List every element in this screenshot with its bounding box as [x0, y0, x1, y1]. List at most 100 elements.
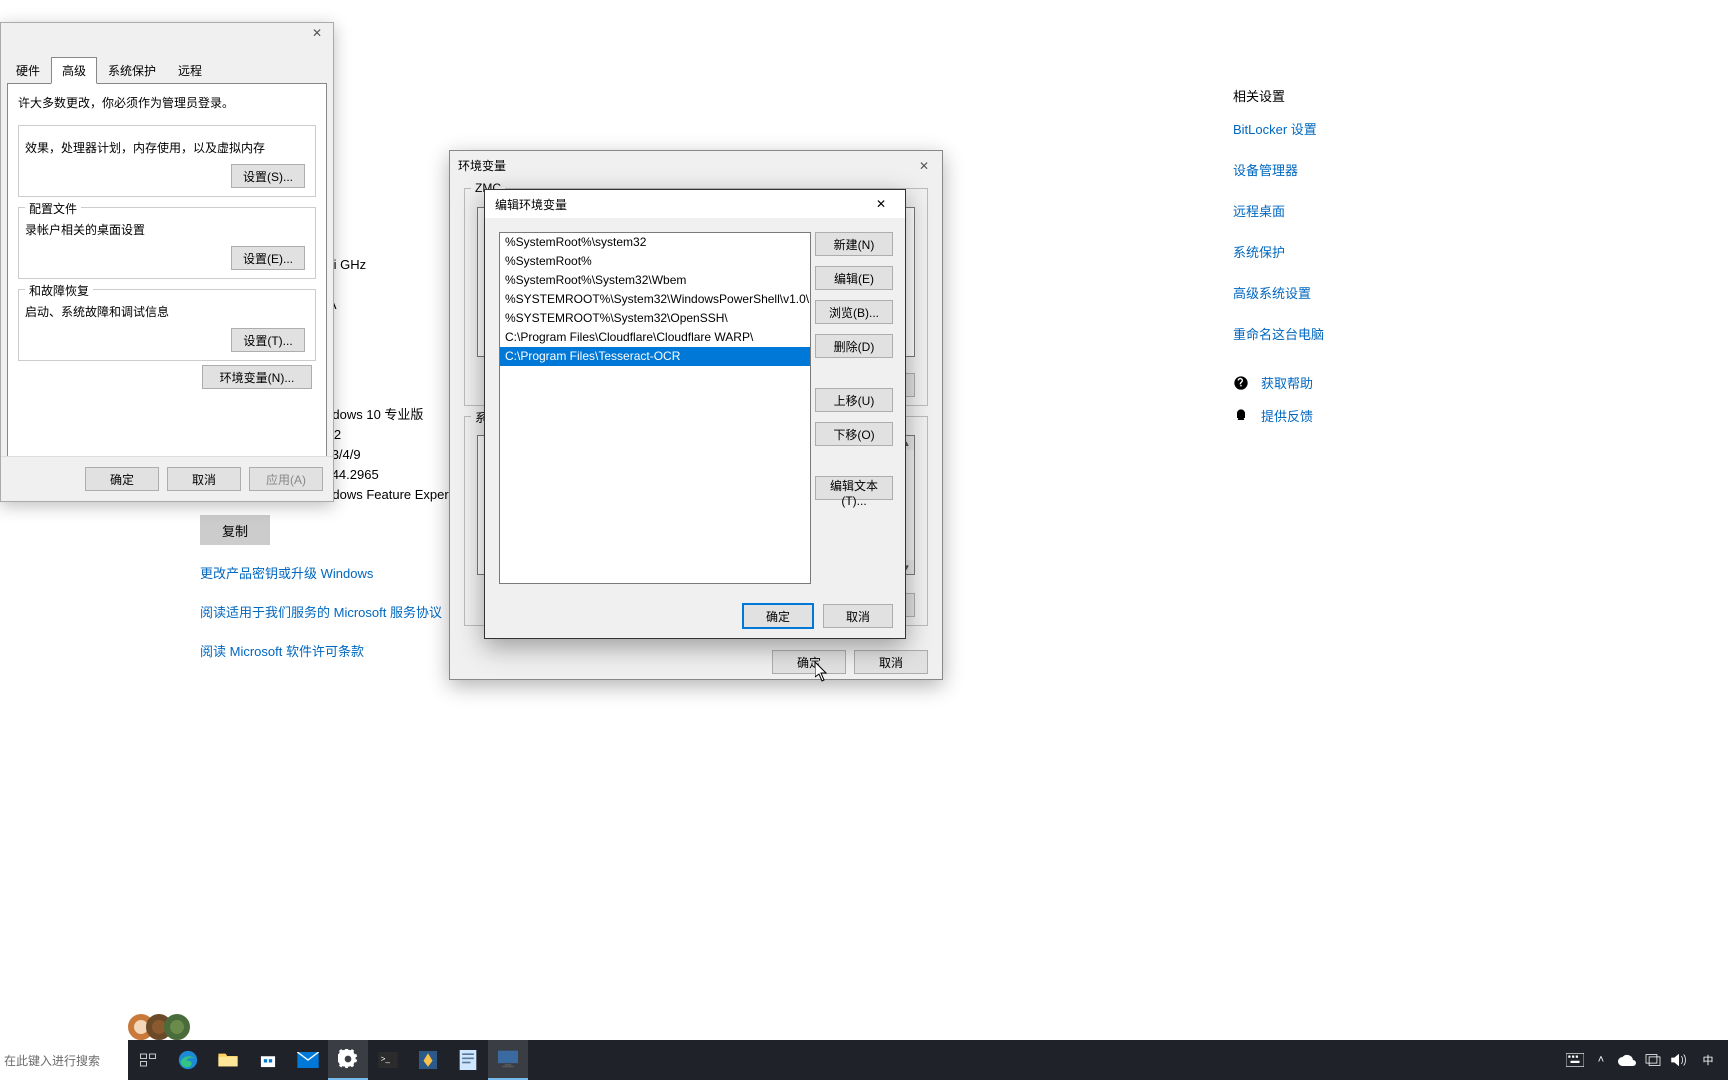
sysprop-button-row: 确定 取消 应用(A): [1, 456, 333, 501]
path-button-column: 新建(N) 编辑(E) 浏览(B)... 删除(D) 上移(U) 下移(O) 编…: [815, 232, 893, 500]
perf-settings-button[interactable]: 设置(S)...: [231, 164, 305, 188]
user-legend: 配置文件: [25, 200, 81, 217]
volume-icon[interactable]: [1668, 1040, 1690, 1080]
env-close-button[interactable]: ✕: [914, 158, 934, 174]
path-listbox[interactable]: %SystemRoot%\system32 %SystemRoot% %Syst…: [499, 232, 811, 584]
notepad-icon: [459, 1050, 477, 1070]
user-settings-button[interactable]: 设置(E)...: [231, 246, 305, 270]
sysprop-tabs: 硬件 高级 系统保护 远程: [5, 57, 327, 84]
app-button-3[interactable]: [488, 1040, 528, 1080]
terminal-icon: >_: [378, 1052, 398, 1068]
system-properties-dialog: ✕ 硬件 高级 系统保护 远程 许大多数更改，你必须作为管理员登录。 效果，处理…: [0, 22, 334, 502]
edit-cancel-button[interactable]: 取消: [823, 604, 893, 628]
app-button-1[interactable]: [408, 1040, 448, 1080]
sysprop-cancel-button[interactable]: 取消: [167, 467, 241, 491]
help-icon: [1233, 375, 1249, 391]
env-cancel-button[interactable]: 取消: [854, 650, 928, 674]
devmgr-link[interactable]: 设备管理器: [1233, 160, 1363, 179]
path-row[interactable]: C:\Program Files\Cloudflare\Cloudflare W…: [500, 328, 810, 347]
performance-group: 效果，处理器计划，内存使用，以及虚拟内存 设置(S)...: [18, 125, 316, 197]
wifi-icon: [1645, 1053, 1661, 1067]
env-vars-button[interactable]: 环境变量(N)...: [202, 365, 312, 389]
explorer-button[interactable]: [208, 1040, 248, 1080]
feedback-icon: [1233, 408, 1249, 424]
path-row[interactable]: %SystemRoot%: [500, 252, 810, 271]
tab-remote[interactable]: 远程: [167, 57, 213, 84]
keyboard-icon: [1566, 1053, 1584, 1067]
edge-icon: [177, 1049, 199, 1071]
tab-advanced[interactable]: 高级: [51, 57, 97, 84]
startup-recovery-group: 和故障恢复 启动、系统故障和调试信息 设置(T)...: [18, 289, 316, 361]
system-tray: ˄ 中: [1564, 1040, 1728, 1080]
search-box[interactable]: 在此键入进行搜索: [0, 1040, 128, 1080]
user-profiles-group: 配置文件 录帐户相关的桌面设置 设置(E)...: [18, 207, 316, 279]
svg-text:>_: >_: [381, 1055, 391, 1064]
sysprop-apply-button: 应用(A): [249, 467, 323, 491]
copy-button[interactable]: 复制: [200, 515, 270, 545]
cloud-icon: [1618, 1054, 1636, 1066]
path-row[interactable]: %SystemRoot%\system32: [500, 233, 810, 252]
settings-button[interactable]: [328, 1040, 368, 1080]
search-placeholder: 在此键入进行搜索: [4, 1052, 100, 1069]
path-move-down-button[interactable]: 下移(O): [815, 422, 893, 446]
task-view-button[interactable]: [128, 1040, 168, 1080]
startup-desc: 启动、系统故障和调试信息: [25, 305, 169, 319]
desktop-widget-icon: [128, 1014, 190, 1040]
edit-title-text: 编辑环境变量: [495, 196, 567, 213]
rename-pc-link[interactable]: 重命名这台电脑: [1233, 324, 1363, 343]
path-row-selected[interactable]: C:\Program Files\Tesseract-OCR: [500, 347, 810, 366]
generic-app-icon: [419, 1051, 437, 1069]
edit-path-dialog: 编辑环境变量 ✕ %SystemRoot%\system32 %SystemRo…: [484, 189, 906, 639]
network-icon[interactable]: [1642, 1040, 1664, 1080]
startup-settings-button[interactable]: 设置(T)...: [231, 328, 305, 352]
tab-hardware[interactable]: 硬件: [5, 57, 51, 84]
tab-system-protection[interactable]: 系统保护: [97, 57, 167, 84]
sysprop-ok-button[interactable]: 确定: [85, 467, 159, 491]
app-button-2[interactable]: [448, 1040, 488, 1080]
gear-icon: [338, 1049, 358, 1069]
terminal-button[interactable]: >_: [368, 1040, 408, 1080]
path-browse-button[interactable]: 浏览(B)...: [815, 300, 893, 324]
path-row[interactable]: %SYSTEMROOT%\System32\WindowsPowerShell\…: [500, 290, 810, 309]
env-ok-button[interactable]: 确定: [772, 650, 846, 674]
edit-ok-button[interactable]: 确定: [743, 604, 813, 628]
speaker-icon: [1671, 1053, 1687, 1067]
path-delete-button[interactable]: 删除(D): [815, 334, 893, 358]
user-desc: 录帐户相关的桌面设置: [25, 223, 145, 237]
monitor-icon: [498, 1050, 518, 1068]
path-move-up-button[interactable]: 上移(U): [815, 388, 893, 412]
taskbar: 在此键入进行搜索 >_ ˄ 中: [0, 1040, 1728, 1080]
mail-button[interactable]: [288, 1040, 328, 1080]
sysprop-close-button[interactable]: ✕: [307, 25, 327, 41]
admin-note: 许大多数更改，你必须作为管理员登录。: [18, 94, 316, 111]
path-edit-text-button[interactable]: 编辑文本(T)...: [815, 476, 893, 500]
ime-indicator[interactable]: [1564, 1040, 1586, 1080]
get-help-link[interactable]: 获取帮助: [1261, 373, 1313, 392]
related-settings-panel: 相关设置 BitLocker 设置 设备管理器 远程桌面 系统保护 高级系统设置…: [1233, 86, 1363, 439]
perf-desc: 效果，处理器计划，内存使用，以及虚拟内存: [25, 141, 265, 155]
edit-titlebar: 编辑环境变量 ✕: [485, 190, 905, 218]
startup-legend: 和故障恢复: [25, 282, 93, 299]
folder-icon: [218, 1052, 238, 1068]
bitlocker-link[interactable]: BitLocker 设置: [1233, 119, 1363, 138]
tray-chevron-up[interactable]: ˄: [1590, 1040, 1612, 1080]
edge-button[interactable]: [168, 1040, 208, 1080]
store-icon: [258, 1050, 278, 1070]
remote-desktop-link[interactable]: 远程桌面: [1233, 201, 1363, 220]
env-titlebar: 环境变量 ✕: [450, 151, 942, 180]
advanced-system-link[interactable]: 高级系统设置: [1233, 283, 1363, 302]
path-edit-button[interactable]: 编辑(E): [815, 266, 893, 290]
task-view-icon: [139, 1051, 157, 1069]
path-row[interactable]: %SystemRoot%\System32\Wbem: [500, 271, 810, 290]
sysprotect-link[interactable]: 系统保护: [1233, 242, 1363, 261]
path-row[interactable]: %SYSTEMROOT%\System32\OpenSSH\: [500, 309, 810, 328]
mail-icon: [297, 1052, 319, 1068]
env-title-text: 环境变量: [458, 157, 506, 174]
feedback-link[interactable]: 提供反馈: [1261, 406, 1313, 425]
edit-close-button[interactable]: ✕: [861, 194, 901, 214]
ime-lang[interactable]: 中: [1694, 1040, 1722, 1080]
onedrive-icon[interactable]: [1616, 1040, 1638, 1080]
related-heading: 相关设置: [1233, 86, 1363, 105]
path-new-button[interactable]: 新建(N): [815, 232, 893, 256]
store-button[interactable]: [248, 1040, 288, 1080]
